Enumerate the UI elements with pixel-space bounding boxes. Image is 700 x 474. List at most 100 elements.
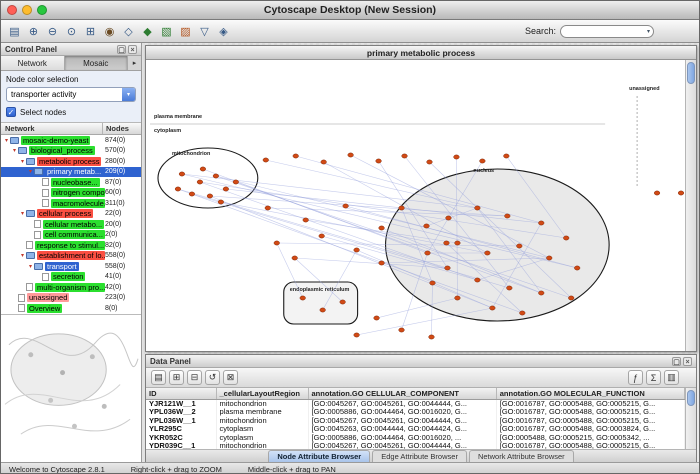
network-node[interactable] [480, 159, 486, 163]
column-header[interactable]: annotation.GO MOLECULAR_FUNCTION [496, 388, 684, 399]
table-cell[interactable]: [GO:0045267, GO:0045261, GO:0044444, G..… [308, 417, 496, 426]
network-node[interactable] [189, 192, 195, 196]
tab-overflow-icon[interactable]: ▸ [128, 56, 141, 70]
network-node[interactable] [175, 187, 181, 191]
network-node[interactable] [424, 224, 430, 228]
tree-node-label[interactable]: secretion [51, 272, 85, 281]
network-node[interactable] [455, 296, 461, 300]
float-panel-icon[interactable]: ▢ [117, 45, 126, 54]
network-node[interactable] [504, 154, 510, 158]
import-network-icon[interactable]: ▧ [158, 23, 175, 40]
expander-icon[interactable]: ▾ [11, 147, 18, 154]
network-node[interactable] [454, 155, 460, 159]
tab-network-attribute-browser[interactable]: Network Attribute Browser [469, 450, 574, 462]
tree-row[interactable]: nitrogen compo...60(0) [1, 188, 141, 199]
network-node[interactable] [485, 251, 491, 255]
table-cell[interactable]: [GO:0005886, GO:0044464, GO:0016020, ... [308, 434, 496, 443]
tree-row[interactable]: ▾establishment of lo...558(0) [1, 251, 141, 262]
table-row[interactable]: YJR121W__1mitochondrion[GO:0045267, GO:0… [146, 399, 685, 408]
table-cell[interactable]: YDR039C__1 [146, 442, 216, 449]
close-panel-icon[interactable]: × [128, 45, 137, 54]
network-node[interactable] [274, 241, 280, 245]
network-node[interactable] [374, 316, 380, 320]
table-row[interactable]: YPL036W__2plasma membrane[GO:0005886, GO… [146, 408, 685, 417]
table-cell[interactable]: mitochondrion [216, 417, 308, 426]
tree-node-label[interactable]: nucleobase... [51, 178, 100, 187]
tree-node-label[interactable]: Overview [27, 304, 62, 313]
tree-node-label[interactable]: cellular process [37, 209, 93, 218]
tab-node-attribute-browser[interactable]: Node Attribute Browser [268, 450, 370, 462]
table-cell[interactable]: [GO:0016787, GO:0005488, GO:0005215, G..… [496, 417, 684, 426]
network-node[interactable] [223, 187, 229, 191]
snapshot-icon[interactable]: ◉ [101, 23, 118, 40]
table-row[interactable]: YPL036W__1mitochondrion[GO:0045267, GO:0… [146, 417, 685, 426]
close-panel-icon[interactable]: × [683, 357, 692, 366]
tree-node-label[interactable]: response to stimul... [35, 241, 105, 250]
network-node[interactable] [546, 256, 552, 260]
table-cell[interactable]: [GO:0045267, GO:0045261, GO:0044444, G..… [308, 442, 496, 449]
table-row[interactable]: YKR052Ccytoplasm[GO:0005886, GO:0044464,… [146, 434, 685, 443]
table-cell[interactable]: [GO:0005488, GO:0005215, GO:0005342, ... [496, 434, 684, 443]
title-bar[interactable]: Cytoscape Desktop (New Session) [1, 1, 699, 20]
tree-node-label[interactable]: nitrogen compo... [51, 188, 105, 197]
expander-icon[interactable]: ▾ [19, 252, 26, 259]
tree-node-label[interactable]: biological_process [29, 146, 95, 155]
tree-row[interactable]: ▾metabolic process280(0) [1, 156, 141, 167]
tree-node-label[interactable]: metabolic process [37, 157, 101, 166]
network-node[interactable] [574, 266, 580, 270]
tree-row[interactable]: ▾biological_process570(0) [1, 146, 141, 157]
tab-network[interactable]: Network [1, 56, 65, 70]
table-row[interactable]: YDR039C__1mitochondrion[GO:0045267, GO:0… [146, 442, 685, 449]
tree-node-label[interactable]: unassigned [27, 293, 69, 302]
tree-node-label[interactable]: primary metab... [45, 167, 103, 176]
network-node[interactable] [263, 158, 269, 162]
network-node[interactable] [320, 308, 326, 312]
tree-row[interactable]: response to stimul...82(0) [1, 240, 141, 251]
network-node[interactable] [678, 191, 684, 195]
network-view-title[interactable]: primary metabolic process [146, 46, 696, 60]
network-vertical-scrollbar[interactable] [685, 60, 696, 351]
filter-icon[interactable]: ▽ [196, 23, 213, 40]
chevron-down-icon[interactable]: ▾ [122, 88, 135, 101]
table-cell[interactable]: mitochondrion [216, 442, 308, 449]
network-column-header[interactable]: Network [1, 123, 103, 134]
table-cell[interactable]: [GO:0045267, GO:0045261, GO:0044444, G..… [308, 399, 496, 408]
tree-row[interactable]: cellular metabo...20(0) [1, 219, 141, 230]
network-node[interactable] [402, 154, 408, 158]
network-node[interactable] [563, 236, 569, 240]
table-cell[interactable]: cytoplasm [216, 425, 308, 434]
nodes-column-header[interactable]: Nodes [103, 123, 141, 134]
network-node[interactable] [446, 216, 452, 220]
tree-row[interactable]: ▾transport558(0) [1, 261, 141, 272]
network-node[interactable] [520, 311, 526, 315]
network-node[interactable] [207, 194, 213, 198]
plugins-icon[interactable]: ◈ [215, 23, 232, 40]
trash-icon[interactable]: ⊠ [223, 370, 238, 385]
attribute-history-icon[interactable]: ↺ [205, 370, 220, 385]
network-node[interactable] [343, 204, 349, 208]
network-node[interactable] [429, 335, 435, 339]
network-node[interactable] [430, 281, 436, 285]
network-node[interactable] [354, 248, 360, 252]
column-header[interactable]: ID [146, 388, 216, 399]
tree-row[interactable]: multi-organism pro...42(0) [1, 282, 141, 293]
attribute-select-icon[interactable]: ▤ [151, 370, 166, 385]
network-node[interactable] [505, 214, 511, 218]
table-cell[interactable]: [GO:0016787, GO:0005488, GO:0005215, G..… [496, 399, 684, 408]
scrollbar-thumb[interactable] [687, 62, 695, 84]
expander-icon[interactable]: ▾ [19, 210, 26, 217]
network-node[interactable] [475, 278, 481, 282]
expander-icon[interactable]: ▾ [27, 168, 34, 175]
table-cell[interactable]: YPL036W__2 [146, 408, 216, 417]
network-node[interactable] [303, 218, 309, 222]
network-node[interactable] [654, 191, 660, 195]
annotation-icon[interactable]: ◇ [120, 23, 137, 40]
zoom-window-icon[interactable] [37, 5, 47, 15]
network-node[interactable] [399, 328, 405, 332]
search-options-icon[interactable]: ▾ [647, 28, 650, 35]
print-icon[interactable]: ▤ [6, 23, 23, 40]
formula-builder-icon[interactable]: ƒ [628, 370, 643, 385]
table-cell[interactable]: cytoplasm [216, 434, 308, 443]
network-node[interactable] [213, 174, 219, 178]
table-row[interactable]: YLR295Ccytoplasm[GO:0045263, GO:0044444,… [146, 425, 685, 434]
